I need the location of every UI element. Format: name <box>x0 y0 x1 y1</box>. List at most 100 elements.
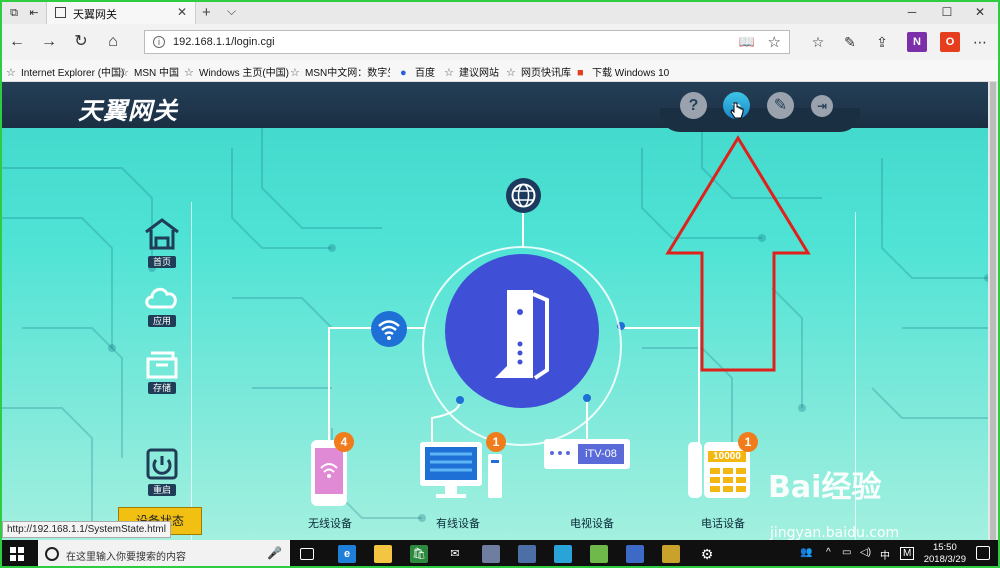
favorite-item[interactable]: ☆ Windows 主页(中国) <box>184 64 289 79</box>
microphone-icon[interactable]: 🎤 <box>267 546 282 560</box>
address-bar[interactable]: i 192.168.1.1/login.cgi 📖 ☆ <box>144 30 790 54</box>
gateway-device-icon[interactable] <box>445 254 599 408</box>
app-icon-5[interactable] <box>662 545 680 563</box>
star-icon: ☆ <box>506 67 516 79</box>
close-window-icon[interactable]: ✕ <box>970 5 990 19</box>
favorite-item[interactable]: ■ 下载 Windows 10 <box>577 64 669 79</box>
favorite-item[interactable]: ☆MSN中文网：数字生活 <box>290 64 390 79</box>
star-icon: ☆ <box>290 67 300 79</box>
site-info-icon[interactable]: i <box>153 36 165 48</box>
refresh-icon[interactable]: ↻ <box>71 32 91 52</box>
iptv-model-tag: iTV-08 <box>578 444 624 464</box>
pen-icon[interactable]: ✎ <box>840 32 860 52</box>
people-icon[interactable]: 👥 <box>800 547 812 558</box>
app-icon-2[interactable] <box>518 545 536 563</box>
store-icon[interactable]: 🛍 <box>410 545 428 563</box>
star-icon: ☆ <box>119 67 129 79</box>
phone-keypad-icon <box>710 468 746 492</box>
star-icon: ☆ <box>444 67 454 79</box>
share-icon[interactable]: ⇪ <box>872 32 892 52</box>
file-explorer-icon[interactable] <box>374 545 392 563</box>
router-logo: 天翼网关 <box>78 97 178 125</box>
clock-date: 2018/3/29 <box>923 554 966 565</box>
nav-label-storage[interactable]: 存储 <box>148 382 176 394</box>
star-icon: ☆ <box>184 67 194 79</box>
favorites-hub-icon[interactable]: ☆ <box>808 32 828 52</box>
edge-icon[interactable]: e <box>338 545 356 563</box>
back-icon[interactable]: ← <box>7 32 27 52</box>
iptv-box-icon[interactable]: iTV-08 <box>544 439 630 469</box>
notification-icon[interactable] <box>976 546 990 560</box>
favorites-bar: ☆ Internet Explorer (中国) ☆ MSN 中国 ☆ Windows… <box>2 60 998 82</box>
forward-icon[interactable]: → <box>39 32 59 52</box>
hand-cursor-icon <box>730 102 744 119</box>
taskbar-search[interactable]: 在这里输入你要搜索的内容 🎤 <box>38 540 290 566</box>
maximize-icon[interactable]: ☐ <box>937 5 957 19</box>
screen: ⧉ ⇤ 天翼网关 ✕ + ⌵ ─ ☐ ✕ ← → ↻ ⌂ i 192.168.1… <box>2 2 998 566</box>
nav-label-restart[interactable]: 重启 <box>148 484 176 496</box>
windows-start-icon[interactable] <box>10 547 24 561</box>
logout-icon[interactable]: ⇥ <box>811 95 833 117</box>
chevron-down-icon[interactable]: ⌵ <box>227 4 236 19</box>
scrollbar-thumb[interactable] <box>990 82 996 540</box>
favorite-item[interactable]: ☆ MSN 中国 <box>119 64 179 79</box>
scrollbar[interactable] <box>988 82 998 540</box>
cloud-icon[interactable] <box>142 279 182 315</box>
new-tab-icon[interactable]: + <box>202 4 211 21</box>
favorite-item[interactable]: ☆ 建议网站 <box>444 64 499 79</box>
wireless-device-label[interactable]: 无线设备 <box>308 515 352 531</box>
reading-view-icon[interactable]: 📖 <box>739 34 755 50</box>
app-icon-4[interactable] <box>626 545 644 563</box>
tab-manager-icon[interactable]: ⧉ <box>6 5 22 21</box>
app-icon-1[interactable] <box>482 545 500 563</box>
nav-label-home[interactable]: 首页 <box>148 256 176 268</box>
left-divider <box>191 202 192 540</box>
settings-wrench-icon[interactable]: ✎ <box>767 92 794 119</box>
nav-label-apps[interactable]: 应用 <box>148 315 176 327</box>
chevron-up-icon[interactable]: ^ <box>826 547 831 558</box>
more-menu-icon[interactable]: ⋯ <box>970 32 990 52</box>
baidu-watermark-url: jingyan.baidu.com <box>770 525 900 540</box>
wired-device-label[interactable]: 有线设备 <box>436 515 480 531</box>
wired-count-badge: 1 <box>486 432 506 452</box>
windows-logo-icon: ■ <box>577 67 584 79</box>
favorite-item[interactable]: ☆ 网页快讯库 <box>506 64 571 79</box>
storage-icon[interactable] <box>142 345 182 381</box>
phone-device-label[interactable]: 电话设备 <box>701 515 745 531</box>
ime-language[interactable]: 中 <box>880 547 890 562</box>
home-nav-icon[interactable] <box>142 216 182 252</box>
browser-tab[interactable]: 天翼网关 ✕ <box>46 2 196 24</box>
address-input[interactable]: 192.168.1.1/login.cgi <box>173 36 275 48</box>
settings-gear-icon[interactable]: ⚙ <box>698 545 716 563</box>
router-page: 天翼网关 ? ⌁ ✎ ⇥ 首页 应用 存储 重启 <box>2 82 998 540</box>
mail-icon[interactable]: ✉ <box>446 545 464 563</box>
onenote-icon[interactable]: N <box>907 32 927 52</box>
tab-back-icon[interactable]: ⇤ <box>26 5 42 21</box>
network-icon[interactable]: ▭ <box>842 547 851 558</box>
system-clock[interactable]: 15:50 2018/3/29 <box>924 542 966 566</box>
app-icon-3[interactable] <box>554 545 572 563</box>
ime-mode[interactable]: M <box>900 547 915 560</box>
internet-globe-icon[interactable] <box>506 178 541 213</box>
baidu-watermark: Bai经验 <box>768 470 882 505</box>
home-icon[interactable]: ⌂ <box>103 32 123 52</box>
router-header: 天翼网关 ? ⌁ ✎ ⇥ <box>2 82 988 132</box>
clock-time: 15:50 <box>932 542 957 553</box>
minimize-icon[interactable]: ─ <box>902 5 922 19</box>
office-icon[interactable]: O <box>940 32 960 52</box>
tv-device-label[interactable]: 电视设备 <box>570 515 614 531</box>
wifi-icon[interactable] <box>371 311 407 347</box>
task-view-icon[interactable] <box>300 548 314 560</box>
close-tab-icon[interactable]: ✕ <box>177 5 187 19</box>
favorite-item[interactable]: ● 百度 <box>400 64 435 79</box>
star-icon: ☆ <box>6 67 16 79</box>
help-icon[interactable]: ? <box>680 92 707 119</box>
page-favicon <box>55 7 66 18</box>
favorite-star-icon[interactable]: ☆ <box>768 33 781 51</box>
phone-display: 10000 <box>708 451 746 462</box>
favorite-item[interactable]: ☆ Internet Explorer (中国) <box>6 64 124 79</box>
baidu-paw-icon: ● <box>400 67 407 79</box>
volume-icon[interactable]: ◁) <box>860 547 871 558</box>
paint-icon[interactable] <box>590 545 608 563</box>
power-icon[interactable] <box>142 448 182 484</box>
